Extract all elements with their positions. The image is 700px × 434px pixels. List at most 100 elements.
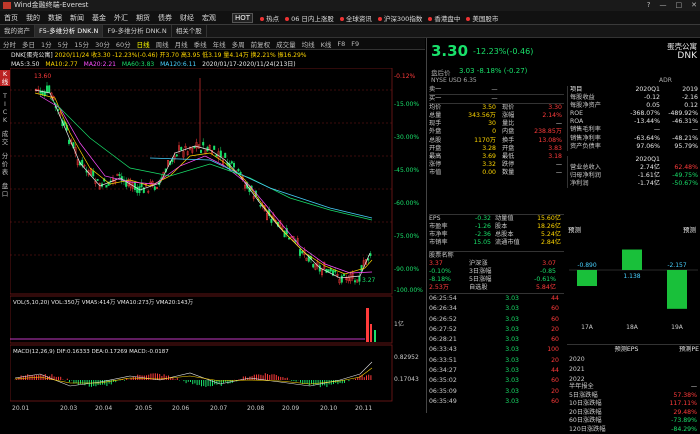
period-yearly[interactable]: 年线 (213, 39, 226, 49)
vtab-c[interactable]: C (0, 108, 10, 116)
tab-my-assets[interactable]: 我的资产 (0, 25, 35, 37)
menu-item-fund[interactable]: 基金 (92, 13, 106, 23)
fin-value: -1.74亿 (620, 180, 660, 188)
adjust-forward[interactable]: 前复权 (251, 39, 271, 49)
macd-bar (271, 374, 272, 380)
window-title: Wind金融终端-Everest (14, 0, 700, 11)
tab-related-stocks[interactable]: 相关个股 (172, 25, 207, 37)
tick-list[interactable]: 06:25:543.034406:26:343.036006:26:523.03… (429, 293, 564, 407)
tab-f5-analysis[interactable]: F5-多维分析 DNK.N (35, 25, 103, 37)
vtab-line[interactable]: 线 (0, 78, 10, 86)
vtab-jiao[interactable]: 交 (0, 138, 10, 146)
vtab-i[interactable]: I (0, 100, 10, 108)
industry-header: 股票名称 (429, 252, 564, 260)
hot-item[interactable]: 热点 (257, 13, 282, 23)
report-row: 每股收益-0.12-2.16 (570, 94, 700, 102)
report-value: -48.21% (660, 135, 698, 143)
macd-bar (278, 376, 279, 380)
period-5m[interactable]: 5分 (58, 39, 69, 49)
candle-body (341, 276, 343, 282)
macd-bar (201, 380, 202, 386)
menu-bar: 首页 我的 数据 新闻 基金 外汇 期货 债券 财经 宏观 HOT 热点 06 … (0, 11, 700, 25)
macd-bar (304, 380, 305, 384)
volume-bar (366, 308, 369, 342)
stat-value: 3.32 (451, 161, 496, 169)
macd-bar (293, 380, 294, 381)
eps-row: 2021 (569, 365, 700, 375)
candle-body (354, 281, 356, 283)
period-60m[interactable]: 60分 (116, 39, 131, 49)
indicator-kline[interactable]: K线 (321, 39, 332, 49)
vtab-t[interactable]: T (0, 92, 10, 100)
tab-f9-analysis[interactable]: F9-多维分析 DNK.N (103, 25, 171, 37)
period-monthly[interactable]: 月线 (175, 39, 188, 49)
macd-bar (124, 380, 125, 381)
vtab-kou[interactable]: 口 (0, 190, 10, 198)
candle-body (238, 169, 240, 171)
f9-button[interactable]: F9 (351, 40, 359, 48)
indicator-volume[interactable]: 成交量 (276, 39, 296, 49)
vtab-fen[interactable]: 分 (0, 152, 10, 160)
report-row: 销售净利率-63.64%-48.21% (570, 135, 700, 143)
f8-button[interactable]: F8 (337, 40, 345, 48)
menu-item-futures[interactable]: 期货 (136, 13, 150, 23)
menu-item-fx[interactable]: 外汇 (114, 13, 128, 23)
indicator-ma[interactable]: 均线 (302, 39, 315, 49)
industry-value: -0.10% (429, 268, 469, 276)
window-controls: ? — □ ✕ (638, 0, 697, 11)
macd-bar (276, 375, 277, 380)
vtab-pan[interactable]: 盘 (0, 182, 10, 190)
report-row: 每股净资产0.050.12 (570, 102, 700, 110)
stock-chart[interactable]: -0.12% -15.00% -30.00% -45.00% -60.00% -… (10, 68, 426, 413)
period-quarterly[interactable]: 季线 (194, 39, 207, 49)
menu-item-home[interactable]: 首页 (4, 13, 18, 23)
period-15m[interactable]: 15分 (74, 39, 89, 49)
tick-volume: 20 (519, 325, 559, 335)
menu-item-data[interactable]: 数据 (48, 13, 62, 23)
menu-item-news[interactable]: 新闻 (70, 13, 84, 23)
period-30m[interactable]: 30分 (95, 39, 110, 49)
vtab-jia[interactable]: 价 (0, 160, 10, 168)
report-header: 项目2020Q12019 (570, 86, 700, 94)
period-multi[interactable]: 多周 (232, 39, 245, 49)
fund-value: 15.60亿 (529, 215, 561, 223)
close-icon[interactable]: ✕ (691, 0, 697, 11)
hot-item[interactable]: 全球资讯 (337, 13, 375, 23)
hot-item[interactable]: 06 日内上涨股 (282, 13, 337, 23)
macd-bar (366, 375, 367, 380)
fin-row: 净利润-1.74亿-50.67% (570, 180, 700, 188)
report-table: 项目2020Q12019每股收益-0.12-2.16每股净资产0.050.12R… (567, 86, 700, 151)
period-intraday[interactable]: 分时 (3, 39, 16, 49)
macd-bar (166, 376, 167, 380)
minimize-icon[interactable]: — (660, 0, 667, 11)
x-tick-label: 20.04 (95, 405, 112, 412)
maximize-icon[interactable]: □ (676, 0, 683, 11)
vtab-k2[interactable]: K (0, 116, 10, 124)
report-label: 销售毛利率 (570, 126, 620, 134)
vtab-biao[interactable]: 表 (0, 168, 10, 176)
hot-item[interactable]: 沪深300指数 (375, 13, 425, 23)
hot-item[interactable]: 美国股市 (463, 13, 501, 23)
menu-item-mine[interactable]: 我的 (26, 13, 40, 23)
period-daily[interactable]: 日线 (137, 39, 150, 49)
stats-row: 开盘3.28开盘3.83 (429, 145, 564, 153)
hot-item[interactable]: 香港盘中 (425, 13, 463, 23)
eps-header: 预测EPS预测PE (569, 345, 700, 355)
tick-price: 3.03 (479, 325, 519, 335)
vtab-k[interactable]: K (0, 70, 10, 78)
menu-item-bonds[interactable]: 债券 (158, 13, 172, 23)
stats-row: 市值0.00数量— (429, 169, 564, 177)
report-row: 销售毛利率—— (570, 126, 700, 134)
vtab-cheng[interactable]: 成 (0, 130, 10, 138)
menu-item-macro[interactable]: 宏观 (202, 13, 216, 23)
period-multiday[interactable]: 多日 (22, 39, 35, 49)
menu-item-finance[interactable]: 财经 (180, 13, 194, 23)
high-mark: 13.60 (34, 73, 51, 80)
volume-bar (374, 330, 376, 342)
period-weekly[interactable]: 周线 (156, 39, 169, 49)
help-icon[interactable]: ? (647, 0, 651, 11)
fund-value: -1.26 (455, 223, 491, 231)
period-1m[interactable]: 1分 (41, 39, 52, 49)
hot-label[interactable]: HOT (232, 13, 253, 23)
x-tick-label: 20.10 (320, 405, 337, 412)
